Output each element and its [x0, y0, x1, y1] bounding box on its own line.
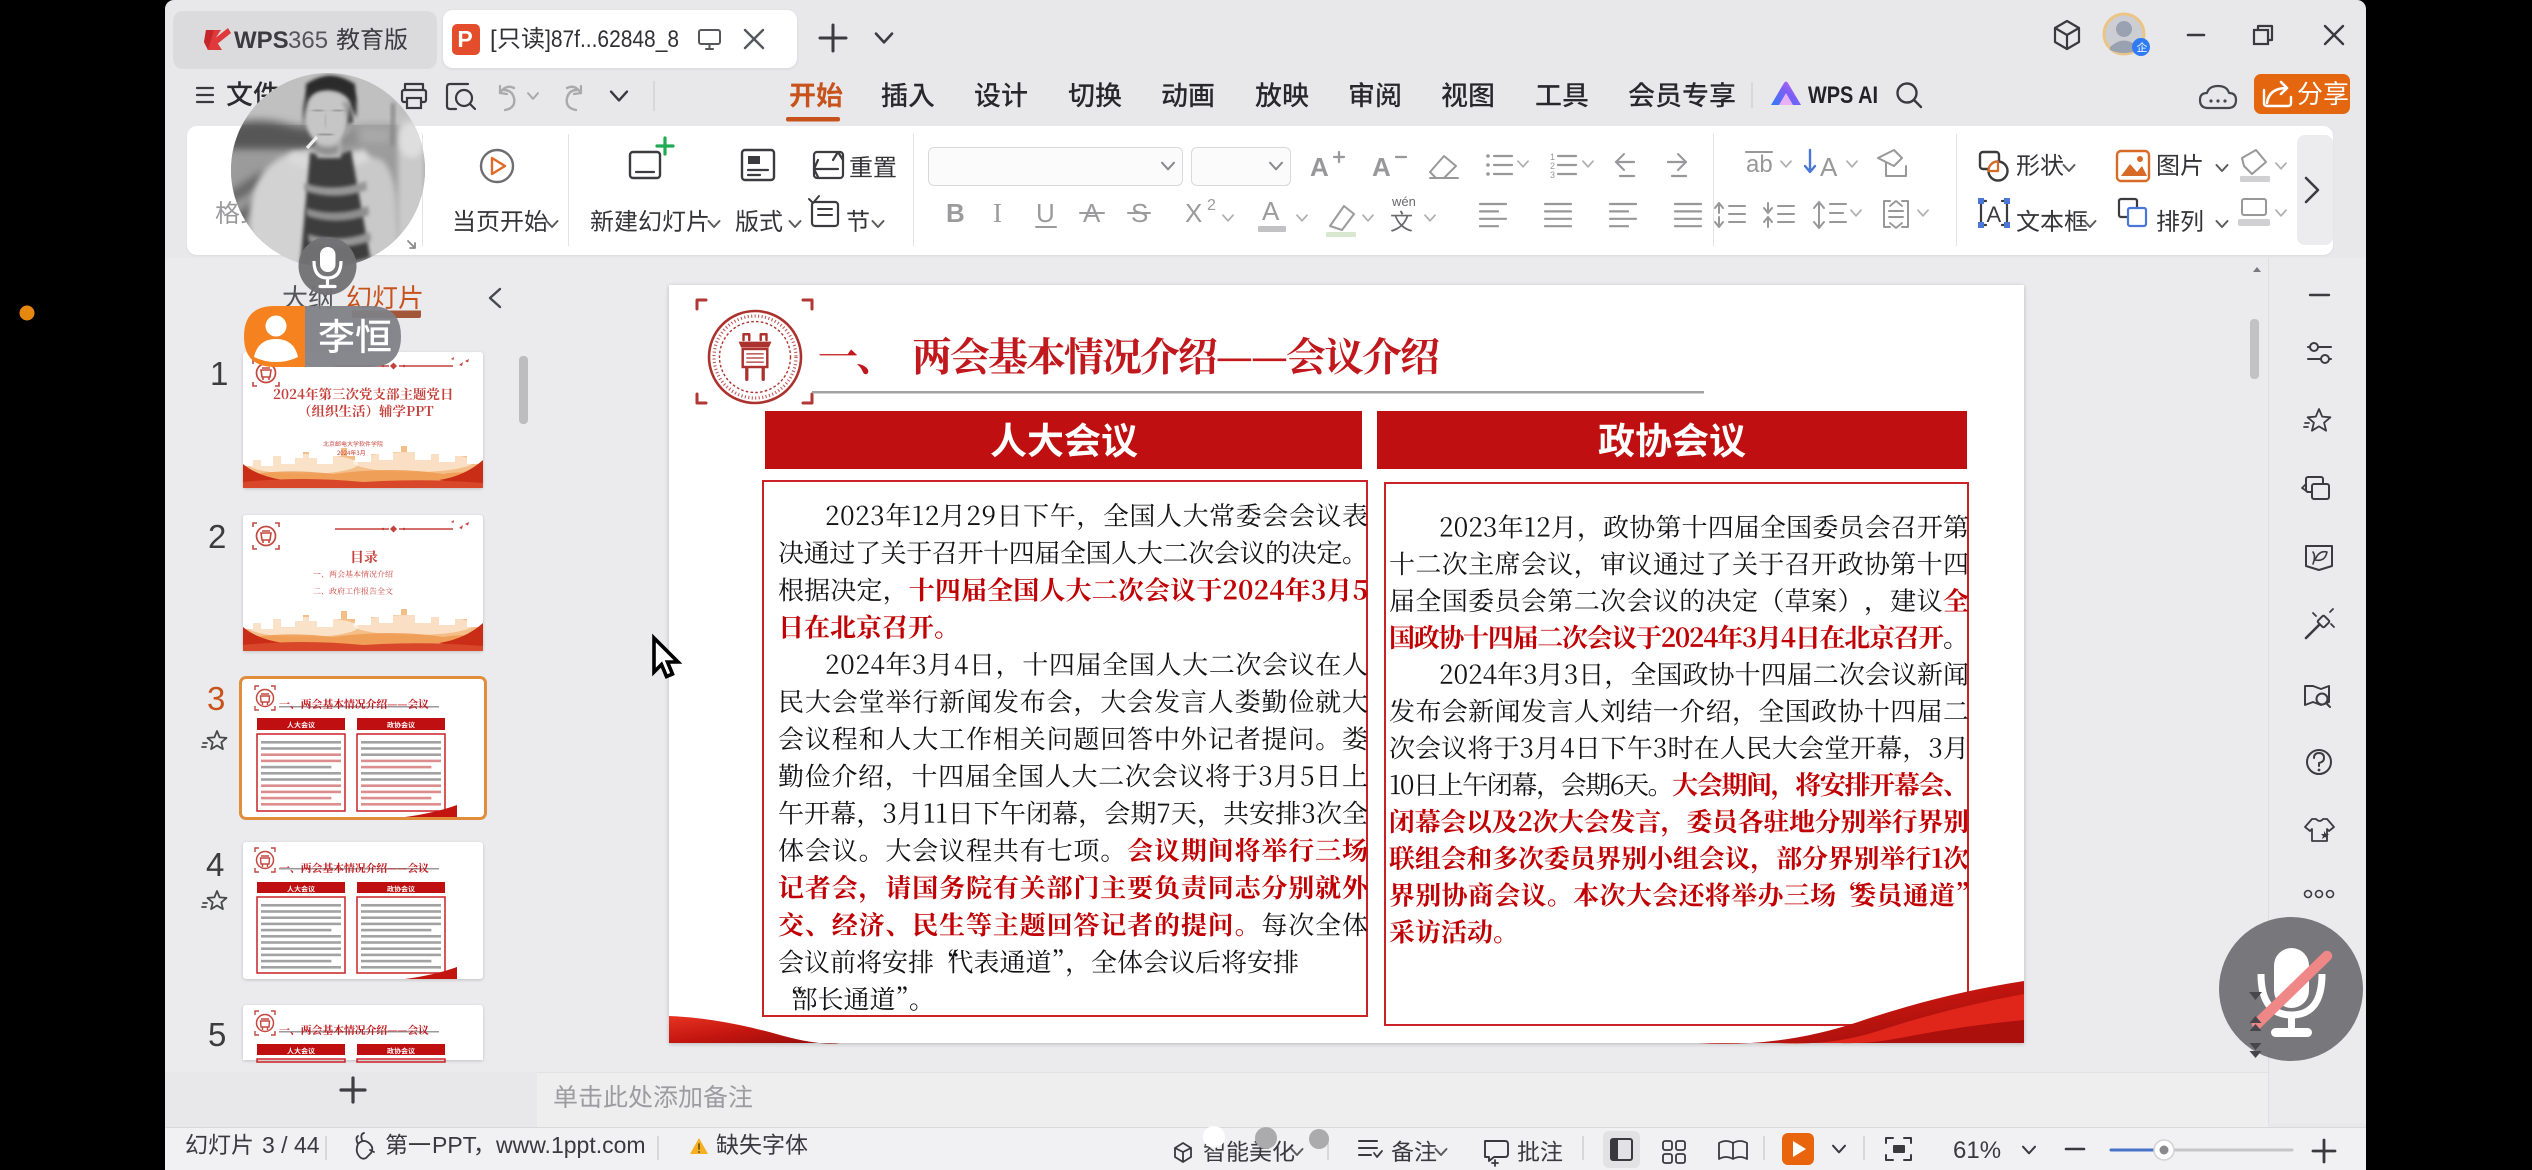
svg-text:2: 2	[208, 518, 226, 555]
svg-text:]87f...62848_8: ]87f...62848_8	[545, 26, 679, 53]
svg-text:P: P	[457, 26, 472, 52]
svg-text:WPS: WPS	[234, 27, 289, 54]
svg-text:A: A	[1372, 152, 1391, 182]
svg-text:WPS AI: WPS AI	[1808, 82, 1878, 109]
svg-text:61%: 61%	[1953, 1137, 2001, 1164]
svg-text:4: 4	[206, 846, 224, 883]
svg-text:3: 3	[207, 680, 225, 717]
svg-text:X: X	[1185, 198, 1202, 228]
svg-text:365: 365	[288, 27, 328, 54]
svg-text:I: I	[993, 198, 1002, 228]
svg-text:5: 5	[208, 1016, 226, 1053]
svg-text:B: B	[946, 198, 965, 228]
svg-text:2: 2	[1207, 197, 1216, 214]
svg-text:ab: ab	[1746, 151, 1773, 178]
svg-text:A: A	[1310, 152, 1329, 182]
svg-text:[: [	[490, 26, 497, 53]
svg-text:3 / 44: 3 / 44	[262, 1132, 320, 1158]
svg-text:3: 3	[1550, 170, 1555, 180]
svg-text:A: A	[1987, 202, 2002, 227]
svg-text:PPT: PPT	[432, 1132, 477, 1158]
svg-text:wén: wén	[1391, 194, 1416, 209]
svg-text:1: 1	[210, 355, 228, 392]
svg-text:A: A	[1820, 152, 1838, 182]
svg-text:U: U	[1036, 198, 1055, 228]
svg-text:A: A	[1262, 196, 1280, 226]
svg-text:www.1ppt.com: www.1ppt.com	[495, 1132, 646, 1158]
